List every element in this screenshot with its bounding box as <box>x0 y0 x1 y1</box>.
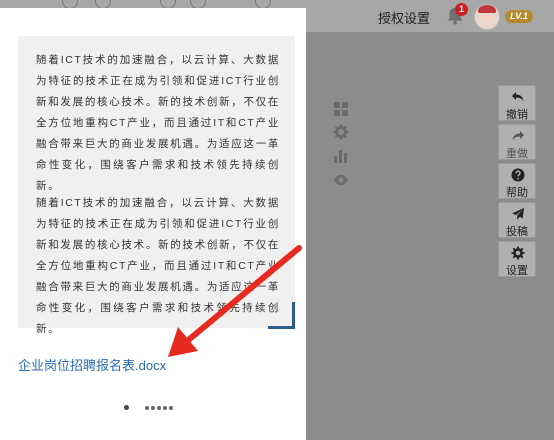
annotation-arrow-icon <box>168 245 302 357</box>
